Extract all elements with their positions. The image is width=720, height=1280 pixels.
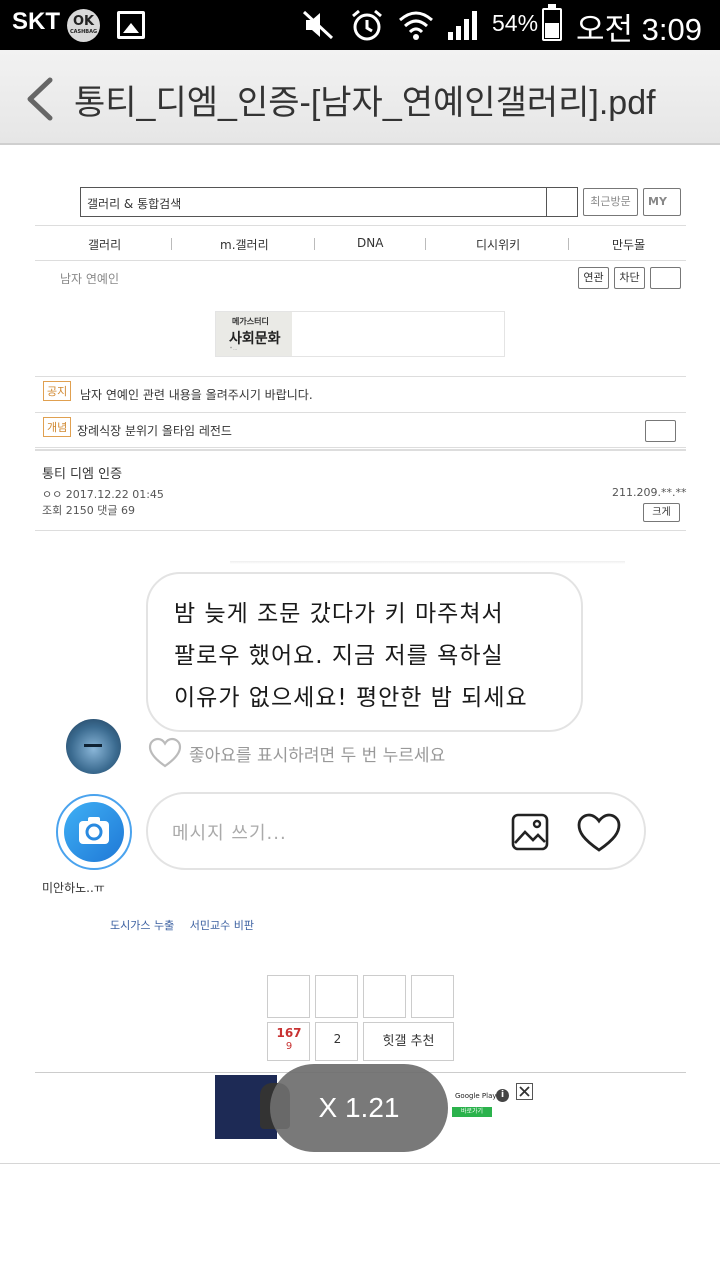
- dm-message-line: 팔로우 했어요. 지금 저를 욕하실: [174, 643, 504, 669]
- title-bar: 통티_디엠_인증-[남자_연예인갤러리].pdf: [0, 50, 720, 145]
- signal-icon: [448, 11, 477, 40]
- related-link[interactable]: 서민교수 비판: [190, 919, 254, 932]
- banner-line1: 메가스터디: [232, 317, 269, 326]
- post-title: 통티 디엠 인증: [42, 467, 123, 482]
- ad-cta-button[interactable]: 바로가기: [452, 1107, 492, 1117]
- gallery-name: 남자 연예인: [60, 272, 120, 286]
- concept-more-button[interactable]: [645, 420, 676, 442]
- my-button[interactable]: MY: [643, 188, 681, 216]
- pdf-page[interactable]: 갤러리 & 통합검색 최근방문 MY 갤러리 m.갤러리 DNA 디시위키 만두…: [0, 147, 720, 1164]
- vote-up-count: 167: [276, 1026, 302, 1040]
- nav-dna[interactable]: DNA: [357, 236, 383, 250]
- image-icon[interactable]: [511, 813, 549, 851]
- camera-icon: [79, 817, 109, 844]
- notice-row[interactable]: 공지 남자 연예인 관련 내용을 올려주시기 바랍니다.: [35, 376, 686, 412]
- gallery-nav: 갤러리 m.갤러리 DNA 디시위키 만두몰: [35, 225, 686, 261]
- nav-mandumall[interactable]: 만두몰: [612, 236, 645, 253]
- ad-info-icon[interactable]: i: [496, 1089, 509, 1102]
- status-bar: SKT OK CASHBAG 54% 오전 3:09: [0, 0, 720, 50]
- zoom-level-indicator: X 1.21: [270, 1064, 448, 1152]
- concept-row[interactable]: 개념 장례식장 분위기 올타임 레전드: [35, 412, 686, 448]
- related-button[interactable]: 연관: [578, 267, 609, 289]
- concept-tag: 개념: [43, 417, 72, 437]
- vote-up-box[interactable]: [267, 975, 310, 1018]
- back-icon[interactable]: [24, 77, 56, 121]
- nav-gallery[interactable]: 갤러리: [88, 236, 121, 253]
- message-input[interactable]: 메시지 쓰기...: [146, 792, 646, 870]
- enlarge-button[interactable]: 크게: [643, 503, 680, 522]
- vote-down-box[interactable]: [315, 975, 358, 1018]
- notice-tag: 공지: [43, 381, 72, 401]
- vote-down-count: 2: [333, 1032, 342, 1046]
- image-caption: 미안하노..ㅠ: [42, 881, 105, 895]
- battery-percent: 54%: [492, 10, 539, 36]
- nav-dcwiki[interactable]: 디시위키: [476, 236, 520, 253]
- extra-button[interactable]: [650, 267, 681, 289]
- ad-store-label: Google Play: [455, 1092, 497, 1100]
- ad-banner[interactable]: 메가스터디 사회문화 * ...: [215, 311, 505, 357]
- mute-icon: [302, 10, 334, 40]
- vote-up-sub: 9: [285, 1041, 293, 1052]
- post-ip: 211.209.**.**: [612, 486, 687, 499]
- message-placeholder: 메시지 쓰기...: [172, 823, 287, 844]
- battery-icon: [542, 4, 562, 41]
- camera-button[interactable]: [56, 794, 132, 870]
- ok-badge-label: OK: [72, 14, 95, 29]
- carrier-label: SKT: [12, 8, 60, 35]
- related-links: 도시가스 누출 서민교수 비판: [110, 917, 254, 933]
- heart-icon[interactable]: [577, 813, 621, 853]
- block-button[interactable]: 차단: [614, 267, 645, 289]
- dm-message-bubble: 밤 늦게 조문 갔다가 키 마주쳐서 팔로우 했어요. 지금 저를 욕하실 이유…: [146, 572, 583, 732]
- avatar: [66, 719, 121, 774]
- clock: 오전 3:09: [576, 12, 702, 47]
- nav-m-gallery[interactable]: m.갤러리: [220, 236, 269, 253]
- vote-box[interactable]: [411, 975, 454, 1018]
- concept-text[interactable]: 장례식장 분위기 올타임 레전드: [77, 422, 232, 439]
- ok-cashbag-icon: OK CASHBAG: [67, 9, 100, 42]
- like-hint: 좋아요를 표시하려면 두 번 누르세요: [189, 746, 446, 766]
- recent-visit-button[interactable]: 최근방문: [583, 188, 638, 216]
- related-link[interactable]: 도시가스 누출: [110, 919, 174, 932]
- search-input[interactable]: 갤러리 & 통합검색: [80, 187, 578, 217]
- banner-line2: 사회문화: [229, 331, 281, 347]
- hit-gallery-button[interactable]: 힛갤 추천: [363, 1022, 454, 1061]
- post-stats: 조회 2150 댓글 69: [42, 504, 135, 517]
- notice-text[interactable]: 남자 연예인 관련 내용을 올려주시기 바랍니다.: [80, 386, 313, 403]
- document-title: 통티_디엠_인증-[남자_연예인갤러리].pdf: [74, 84, 656, 122]
- dm-message-line: 이유가 없으세요! 평안한 밤 되세요: [174, 685, 528, 711]
- post-author-date: ㅇㅇ 2017.12.22 01:45: [42, 488, 164, 501]
- ok-badge-sub: CASHBAG: [69, 29, 98, 35]
- close-icon[interactable]: [516, 1083, 533, 1100]
- search-button[interactable]: [546, 188, 577, 216]
- heart-icon: [148, 737, 182, 768]
- wifi-icon: [399, 11, 433, 40]
- alarm-icon: [352, 9, 382, 41]
- gallery-notification-icon: [117, 11, 145, 39]
- vote-box[interactable]: [363, 975, 406, 1018]
- dm-message-line: 밤 늦게 조문 갔다가 키 마주쳐서: [174, 601, 504, 627]
